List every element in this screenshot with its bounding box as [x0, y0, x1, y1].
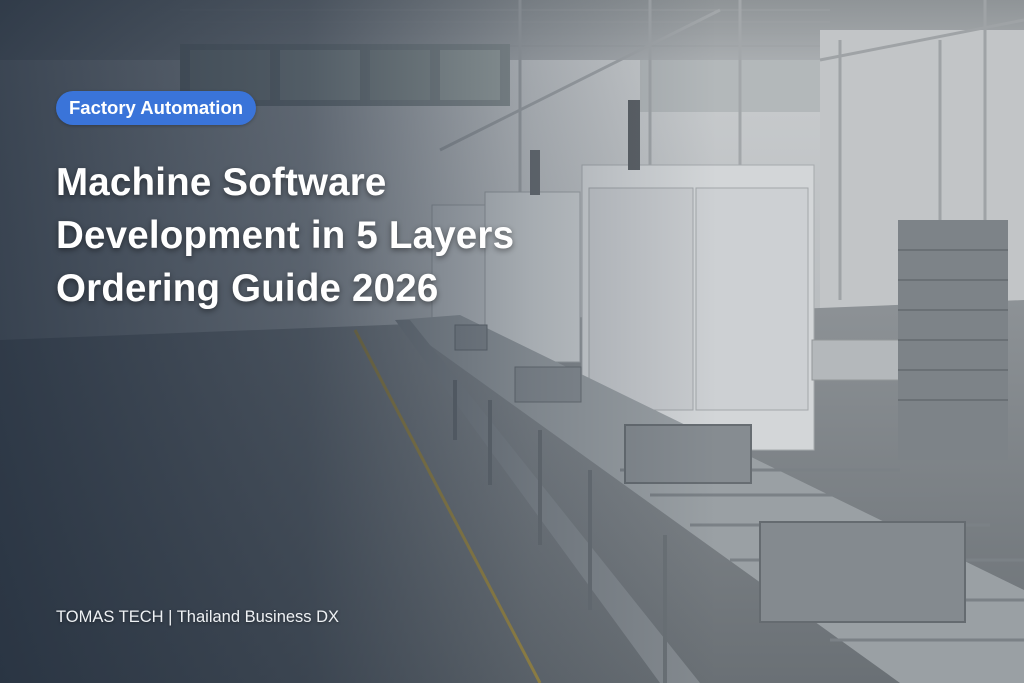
category-badge[interactable]: Factory Automation	[56, 91, 257, 125]
title-line-3: Ordering Guide 2026	[56, 267, 439, 310]
brand-footer: TOMAS TECH | Thailand Business DX	[56, 608, 340, 626]
hero-banner: Factory Automation Machine Software Deve…	[0, 0, 1024, 683]
title-line-1: Machine Software	[56, 161, 387, 204]
title-line-2: Development in 5 Layers	[56, 214, 515, 257]
article-title: Machine Software Development in 5 Layers…	[56, 156, 656, 315]
